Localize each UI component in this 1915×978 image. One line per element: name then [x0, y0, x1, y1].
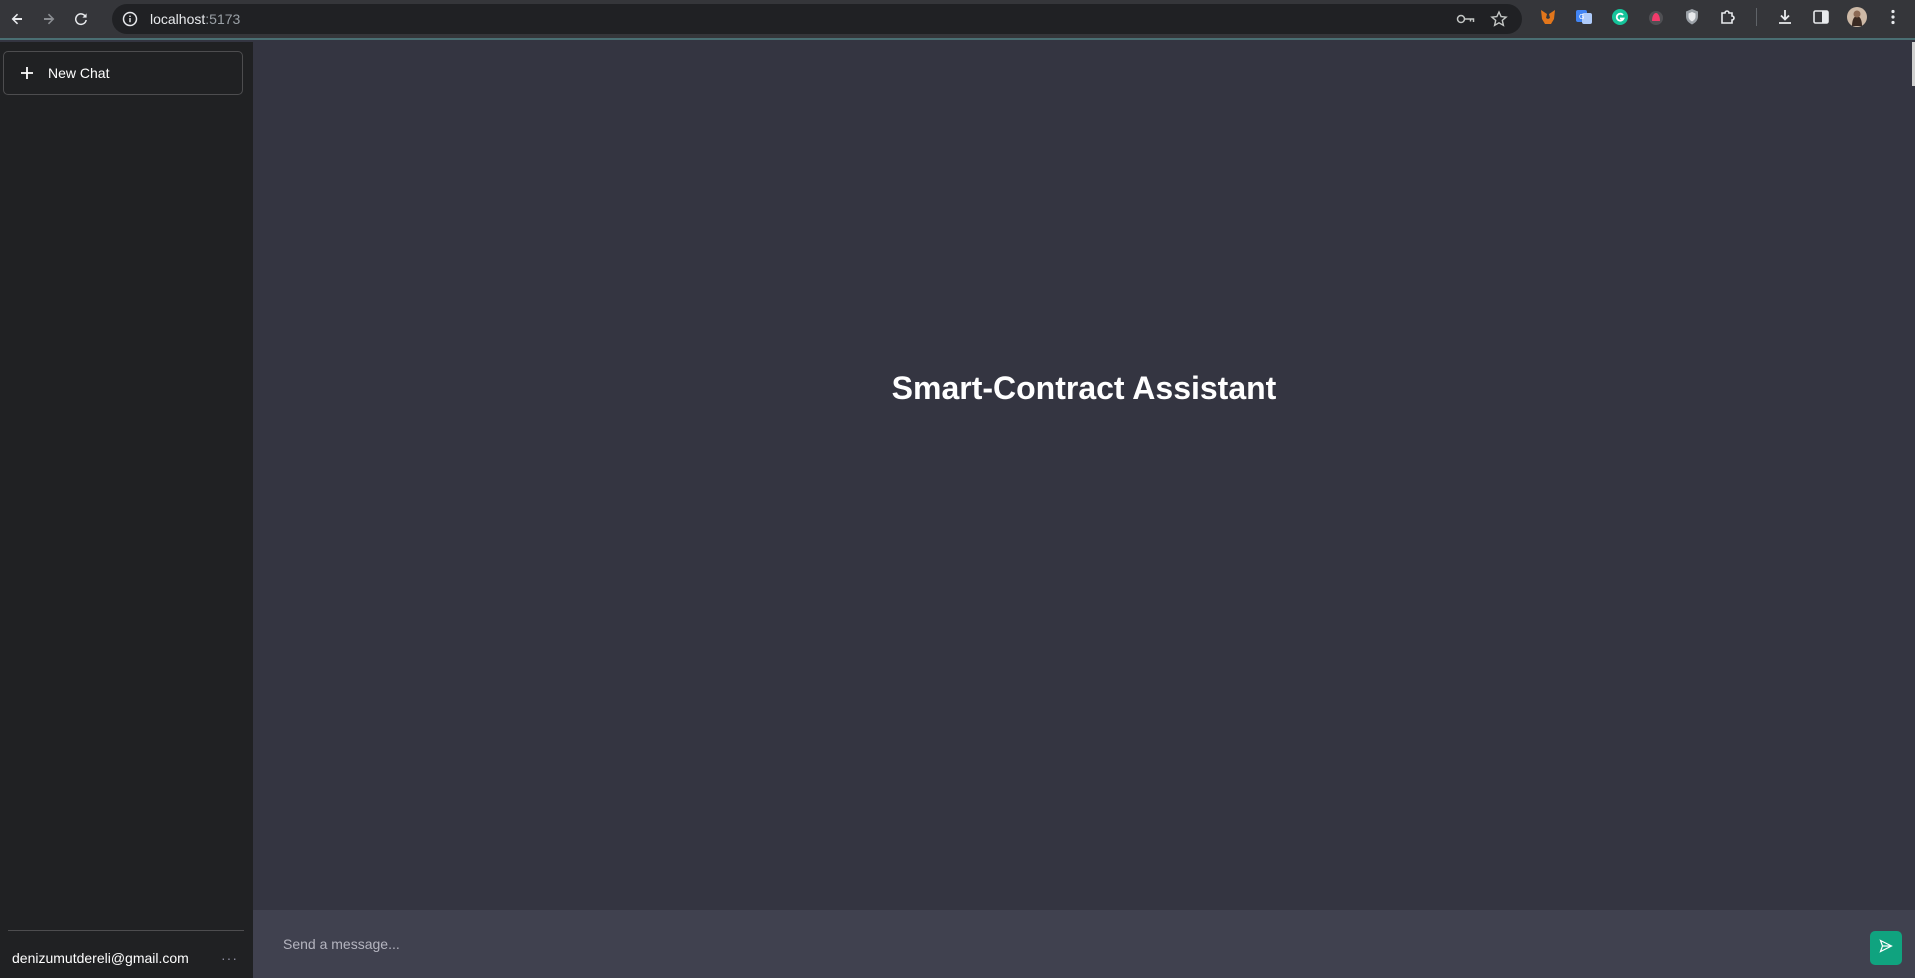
extensions-puzzle-icon[interactable]: [1716, 5, 1740, 29]
translate-extension-icon[interactable]: G: [1572, 5, 1596, 29]
back-icon[interactable]: [2, 4, 32, 34]
download-icon[interactable]: [1773, 5, 1797, 29]
message-composer: [253, 910, 1915, 978]
new-chat-label: New Chat: [48, 65, 110, 81]
user-email: denizumutdereli@gmail.com: [12, 950, 189, 966]
user-more-button[interactable]: ···: [221, 950, 238, 966]
address-bar[interactable]: localhost:5173: [112, 4, 1522, 34]
toolbar-separator: [1756, 8, 1757, 26]
svg-text:G: G: [1579, 14, 1584, 21]
address-url: localhost:5173: [150, 11, 241, 27]
password-key-icon[interactable]: [1456, 11, 1476, 32]
pink-extension-icon[interactable]: [1644, 5, 1668, 29]
shield-extension-icon[interactable]: [1680, 5, 1704, 29]
sidebar-divider: [8, 930, 244, 931]
send-icon: [1879, 938, 1893, 958]
kebab-menu-icon[interactable]: [1881, 5, 1905, 29]
page-title: Smart-Contract Assistant: [891, 370, 1277, 406]
forward-icon[interactable]: [34, 4, 64, 34]
user-account-row[interactable]: denizumutdereli@gmail.com ···: [12, 950, 238, 966]
browser-toolbar: localhost:5173 G: [0, 0, 1915, 40]
site-info-icon[interactable]: [122, 11, 138, 27]
metamask-extension-icon[interactable]: [1536, 5, 1560, 29]
reload-icon[interactable]: [66, 4, 96, 34]
chat-area: Smart-Contract Assistant: [253, 42, 1915, 910]
plus-icon: [19, 65, 35, 81]
profile-avatar[interactable]: [1845, 5, 1869, 29]
side-panel-icon[interactable]: [1809, 5, 1833, 29]
send-button[interactable]: [1870, 931, 1902, 965]
message-input[interactable]: [283, 926, 1823, 962]
bookmark-star-icon[interactable]: [1490, 10, 1508, 33]
sidebar: New Chat denizumutdereli@gmail.com ···: [0, 42, 253, 978]
grammarly-extension-icon[interactable]: [1608, 5, 1632, 29]
new-chat-button[interactable]: New Chat: [3, 51, 243, 95]
